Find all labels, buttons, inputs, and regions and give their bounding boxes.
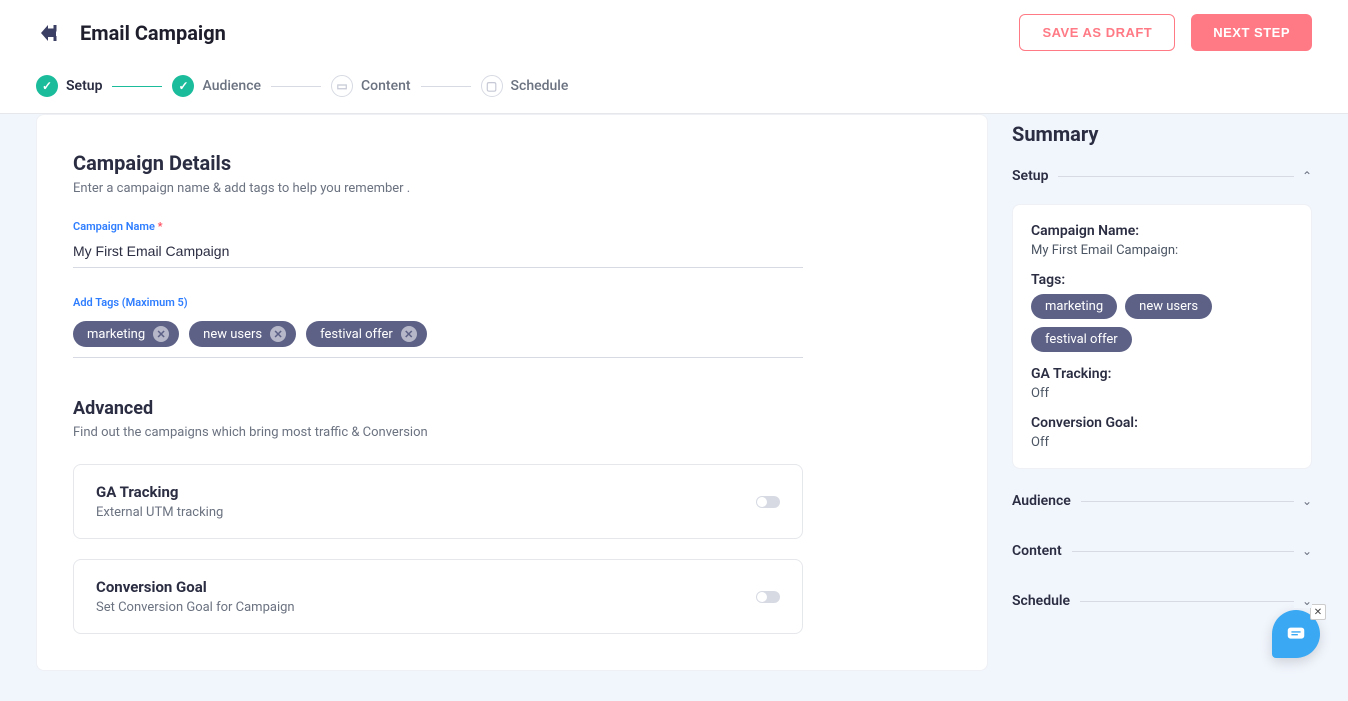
summary-ga-value: Off bbox=[1031, 386, 1293, 401]
campaign-name-label: Campaign Name * bbox=[73, 220, 951, 233]
advanced-title: Advanced bbox=[73, 398, 951, 419]
ga-tracking-toggle[interactable] bbox=[756, 496, 780, 508]
close-chat-icon[interactable]: ✕ bbox=[1310, 604, 1326, 620]
tag-chip: festival offer ✕ bbox=[306, 321, 427, 347]
summary-audience-header[interactable]: Audience ⌄ bbox=[1012, 483, 1312, 519]
back-arrow-icon[interactable] bbox=[36, 21, 64, 45]
ga-tracking-sub: External UTM tracking bbox=[96, 505, 223, 520]
tag-chip: new users ✕ bbox=[189, 321, 296, 347]
topbar: Email Campaign SAVE AS DRAFT NEXT STEP ✓… bbox=[0, 0, 1348, 114]
remove-tag-icon[interactable]: ✕ bbox=[401, 326, 417, 342]
header-left: Email Campaign bbox=[36, 21, 226, 45]
tag-chip: marketing ✕ bbox=[73, 321, 179, 347]
conversion-goal-title: Conversion Goal bbox=[96, 578, 295, 596]
tags-label: Add Tags (Maximum 5) bbox=[73, 296, 951, 309]
chat-icon bbox=[1285, 623, 1307, 645]
step-schedule[interactable]: ▢ Schedule bbox=[481, 75, 569, 97]
step-content[interactable]: ▭ Content bbox=[331, 75, 411, 97]
tag-text: new users bbox=[203, 327, 262, 342]
chevron-up-icon: ⌃ bbox=[1294, 169, 1312, 183]
conversion-goal-panel: Conversion Goal Set Conversion Goal for … bbox=[73, 559, 803, 634]
section-title: Campaign Details bbox=[73, 151, 951, 175]
step-setup[interactable]: ✓ Setup bbox=[36, 75, 102, 97]
step-connector bbox=[421, 86, 471, 87]
ga-tracking-panel: GA Tracking External UTM tracking bbox=[73, 464, 803, 539]
remove-tag-icon[interactable]: ✕ bbox=[153, 326, 169, 342]
summary-section-label: Audience bbox=[1012, 493, 1081, 509]
summary-setup-header[interactable]: Setup ⌃ bbox=[1012, 158, 1312, 194]
summary-ga-label: GA Tracking: bbox=[1031, 366, 1293, 382]
tags-input[interactable]: marketing ✕ new users ✕ festival offer ✕ bbox=[73, 313, 803, 358]
step-audience[interactable]: ✓ Audience bbox=[172, 75, 261, 97]
chevron-down-icon: ⌄ bbox=[1294, 594, 1312, 608]
advanced-section: Advanced Find out the campaigns which br… bbox=[73, 398, 951, 634]
summary-tag: marketing bbox=[1031, 294, 1117, 319]
chat-widget-button[interactable]: ✕ bbox=[1272, 610, 1320, 658]
summary-section-label: Content bbox=[1012, 543, 1072, 559]
summary-sidebar: Summary Setup ⌃ Campaign Name: My First … bbox=[1012, 114, 1312, 619]
summary-schedule-header[interactable]: Schedule ⌄ bbox=[1012, 583, 1312, 619]
summary-campaign-name-value: My First Email Campaign: bbox=[1031, 243, 1293, 258]
chevron-down-icon: ⌄ bbox=[1294, 494, 1312, 508]
main-content: Campaign Details Enter a campaign name &… bbox=[0, 114, 1348, 701]
content-icon: ▭ bbox=[331, 75, 353, 97]
chevron-down-icon: ⌄ bbox=[1294, 544, 1312, 558]
summary-content-header[interactable]: Content ⌄ bbox=[1012, 533, 1312, 569]
summary-tag: new users bbox=[1125, 294, 1212, 319]
check-icon: ✓ bbox=[36, 75, 58, 97]
page-title: Email Campaign bbox=[80, 21, 226, 45]
save-draft-button[interactable]: SAVE AS DRAFT bbox=[1019, 14, 1175, 51]
campaign-name-input[interactable] bbox=[73, 237, 803, 268]
conversion-goal-toggle[interactable] bbox=[756, 591, 780, 603]
header-row: Email Campaign SAVE AS DRAFT NEXT STEP bbox=[0, 0, 1348, 65]
step-connector bbox=[271, 86, 321, 87]
summary-tags: marketing new users festival offer bbox=[1031, 294, 1293, 352]
campaign-details-card: Campaign Details Enter a campaign name &… bbox=[36, 114, 988, 671]
step-label: Setup bbox=[66, 78, 102, 94]
summary-section-label: Schedule bbox=[1012, 593, 1080, 609]
step-label: Content bbox=[361, 78, 411, 94]
summary-tags-label: Tags: bbox=[1031, 272, 1293, 288]
summary-tag: festival offer bbox=[1031, 327, 1132, 352]
summary-cg-label: Conversion Goal: bbox=[1031, 415, 1293, 431]
tag-text: festival offer bbox=[320, 327, 393, 342]
conversion-goal-sub: Set Conversion Goal for Campaign bbox=[96, 600, 295, 615]
step-label: Audience bbox=[202, 78, 261, 94]
summary-campaign-name-label: Campaign Name: bbox=[1031, 223, 1293, 239]
summary-setup-card: Campaign Name: My First Email Campaign: … bbox=[1012, 204, 1312, 469]
next-step-button[interactable]: NEXT STEP bbox=[1191, 14, 1312, 51]
header-actions: SAVE AS DRAFT NEXT STEP bbox=[1019, 14, 1312, 51]
wizard-steps: ✓ Setup ✓ Audience ▭ Content ▢ Schedule bbox=[0, 65, 1348, 113]
summary-title: Summary bbox=[1012, 122, 1312, 146]
summary-cg-value: Off bbox=[1031, 435, 1293, 450]
ga-tracking-title: GA Tracking bbox=[96, 483, 223, 501]
calendar-icon: ▢ bbox=[481, 75, 503, 97]
section-subtitle: Enter a campaign name & add tags to help… bbox=[73, 181, 951, 196]
step-connector bbox=[112, 86, 162, 87]
summary-section-label: Setup bbox=[1012, 168, 1058, 184]
step-label: Schedule bbox=[511, 78, 569, 94]
advanced-subtitle: Find out the campaigns which bring most … bbox=[73, 425, 951, 440]
tag-text: marketing bbox=[87, 327, 145, 342]
check-icon: ✓ bbox=[172, 75, 194, 97]
remove-tag-icon[interactable]: ✕ bbox=[270, 326, 286, 342]
